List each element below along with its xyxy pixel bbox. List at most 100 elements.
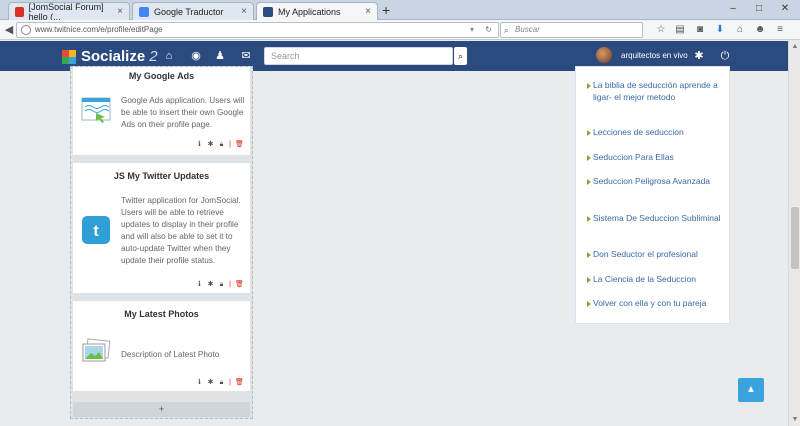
bookmark-star-icon[interactable]: ☆	[655, 24, 667, 36]
gear-icon[interactable]: ✱	[207, 281, 214, 288]
svg-text:t: t	[93, 223, 99, 240]
bullet-arrow-icon	[587, 216, 591, 222]
browser-tab-bar: [JomSocial Forum] hello (... × Google Tr…	[0, 0, 800, 22]
app-description: Twitter application for JomSocial. Users…	[121, 196, 241, 265]
info-icon[interactable]: ℹ	[196, 379, 203, 386]
app-title: My Google Ads	[128, 71, 195, 81]
page-scrollbar[interactable]: ▲ ▼	[788, 41, 800, 426]
site-favicon-icon	[263, 6, 273, 17]
back-to-top-button[interactable]: ▲	[738, 378, 764, 402]
sidebar-link[interactable]: La biblia de seducción aprende a ligar- …	[587, 80, 723, 103]
separator: |	[229, 141, 231, 148]
photos-icon	[81, 337, 111, 367]
globe-icon	[21, 25, 31, 35]
gear-icon[interactable]: ✱	[693, 50, 705, 62]
site-logo[interactable]: Socialize 2	[62, 48, 158, 65]
separator: |	[229, 379, 231, 386]
close-icon[interactable]: ×	[241, 6, 247, 17]
sidebar-link[interactable]: Sistema De Seduccion Subliminal	[587, 213, 723, 225]
maximize-icon[interactable]: □	[746, 0, 772, 18]
download-icon[interactable]: ⬇	[714, 24, 726, 36]
sidebar-link[interactable]: Don Seductor el profesional	[587, 249, 723, 261]
logo-text: Socialize	[81, 48, 146, 65]
bullet-arrow-icon	[587, 252, 591, 258]
minimize-icon[interactable]: –	[720, 0, 746, 18]
avatar[interactable]	[596, 47, 612, 63]
bullet-arrow-icon	[587, 83, 591, 89]
google-translate-icon	[139, 6, 149, 17]
bullet-arrow-icon	[587, 179, 591, 185]
username-link[interactable]: arquitectos en vivo	[621, 51, 688, 60]
sidebar-link[interactable]: Volver con ella y con tu pareja	[587, 298, 723, 310]
trash-icon[interactable]: 🗑︎	[235, 141, 244, 148]
app-description: Description of Latest Photo	[121, 350, 220, 359]
trash-icon[interactable]: 🗑︎	[235, 379, 244, 386]
site-search-input[interactable]: Search	[264, 47, 453, 65]
scroll-down-icon[interactable]: ▼	[789, 414, 800, 426]
tab-label: Google Traductor	[154, 6, 224, 17]
info-icon[interactable]: ℹ	[196, 281, 203, 288]
bullet-arrow-icon	[587, 130, 591, 136]
globe-icon[interactable]: ◉	[190, 50, 202, 62]
lock-icon[interactable]: 🔒︎	[218, 141, 225, 148]
gear-icon[interactable]: ✱	[207, 141, 214, 148]
url-bar[interactable]: www.twitnice.com/e/profile/editPage ▾ ↻	[16, 22, 499, 38]
app-card-google-ads: My Google Ads Google Ads application. Us…	[73, 67, 250, 155]
window-close-icon[interactable]: ✕	[772, 0, 798, 18]
search-icon: ⌕	[504, 26, 509, 35]
app-title: JS My Twitter Updates	[113, 171, 210, 181]
app-actions: ℹ ✱ 🔒︎ | 🗑︎	[196, 141, 244, 148]
site-search-placeholder: Search	[271, 51, 300, 61]
google-ads-icon	[81, 95, 111, 125]
separator: |	[229, 281, 231, 288]
back-icon[interactable]: ◀	[2, 23, 16, 37]
gear-icon[interactable]: ✱	[207, 379, 214, 386]
power-icon[interactable]: ⏻	[719, 50, 731, 62]
sidebar-link[interactable]: Seduccion Para Ellas	[587, 152, 723, 164]
new-tab-button[interactable]: +	[382, 2, 390, 18]
scroll-up-icon[interactable]: ▲	[789, 41, 800, 53]
sidebar-link[interactable]: Seduccion Peligrosa Avanzada	[587, 176, 723, 188]
close-icon[interactable]: ×	[117, 6, 123, 17]
user-icon[interactable]: ♟	[214, 50, 226, 62]
site-search-button[interactable]: ⌕	[454, 47, 467, 65]
bullet-arrow-icon	[587, 301, 591, 307]
tab-my-applications[interactable]: My Applications ×	[256, 2, 378, 20]
home-icon[interactable]: ⌂	[734, 24, 746, 36]
tab-google-traductor[interactable]: Google Traductor ×	[132, 2, 254, 20]
chat-icon[interactable]: ☻	[754, 24, 766, 36]
browser-nav-bar: ◀ www.twitnice.com/e/profile/editPage ▾ …	[0, 20, 800, 40]
envelope-icon[interactable]: ✉	[240, 50, 252, 62]
logo-mark-icon	[62, 49, 76, 64]
menu-icon[interactable]: ≡	[774, 24, 786, 36]
tab-label: My Applications	[278, 6, 341, 17]
pocket-icon[interactable]: ◙	[694, 24, 706, 36]
app-card-latest-photos: My Latest Photos Description of Latest P…	[73, 301, 250, 391]
reading-list-icon[interactable]: ▤	[674, 24, 686, 36]
trash-icon[interactable]: 🗑︎	[235, 281, 244, 288]
bullet-arrow-icon	[587, 277, 591, 283]
sidebar-link[interactable]: Lecciones de seduccion	[587, 127, 723, 139]
dropdown-arrow-icon[interactable]: ▾	[470, 23, 474, 37]
reload-icon[interactable]: ↻	[485, 23, 492, 37]
lock-icon[interactable]: 🔒︎	[218, 281, 225, 288]
lock-icon[interactable]: 🔒︎	[218, 379, 225, 386]
tab-jomsocial-forum[interactable]: [JomSocial Forum] hello (... ×	[8, 1, 130, 22]
scrollbar-thumb[interactable]	[791, 207, 799, 269]
browser-search-field[interactable]: ⌕ Buscar	[500, 22, 643, 38]
add-application-button[interactable]: +	[73, 402, 250, 417]
tab-label: [JomSocial Forum] hello (...	[28, 1, 104, 22]
bullet-arrow-icon	[587, 155, 591, 161]
twitter-icon: t	[81, 215, 111, 245]
browser-search-placeholder: Buscar	[515, 25, 540, 34]
sidebar-links-panel: La biblia de seducción aprende a ligar- …	[575, 66, 730, 324]
gmail-icon	[15, 6, 24, 17]
applications-column: My Google Ads Google Ads application. Us…	[70, 66, 253, 419]
home-icon[interactable]: ⌂	[163, 50, 175, 62]
sidebar-link[interactable]: La Ciencia de la Seduccion	[587, 274, 723, 286]
info-icon[interactable]: ℹ	[196, 141, 203, 148]
close-icon[interactable]: ×	[365, 6, 371, 17]
app-description: Google Ads application. Users will be ab…	[121, 96, 245, 129]
app-title: My Latest Photos	[124, 309, 199, 319]
app-actions: ℹ ✱ 🔒︎ | 🗑︎	[196, 281, 244, 288]
